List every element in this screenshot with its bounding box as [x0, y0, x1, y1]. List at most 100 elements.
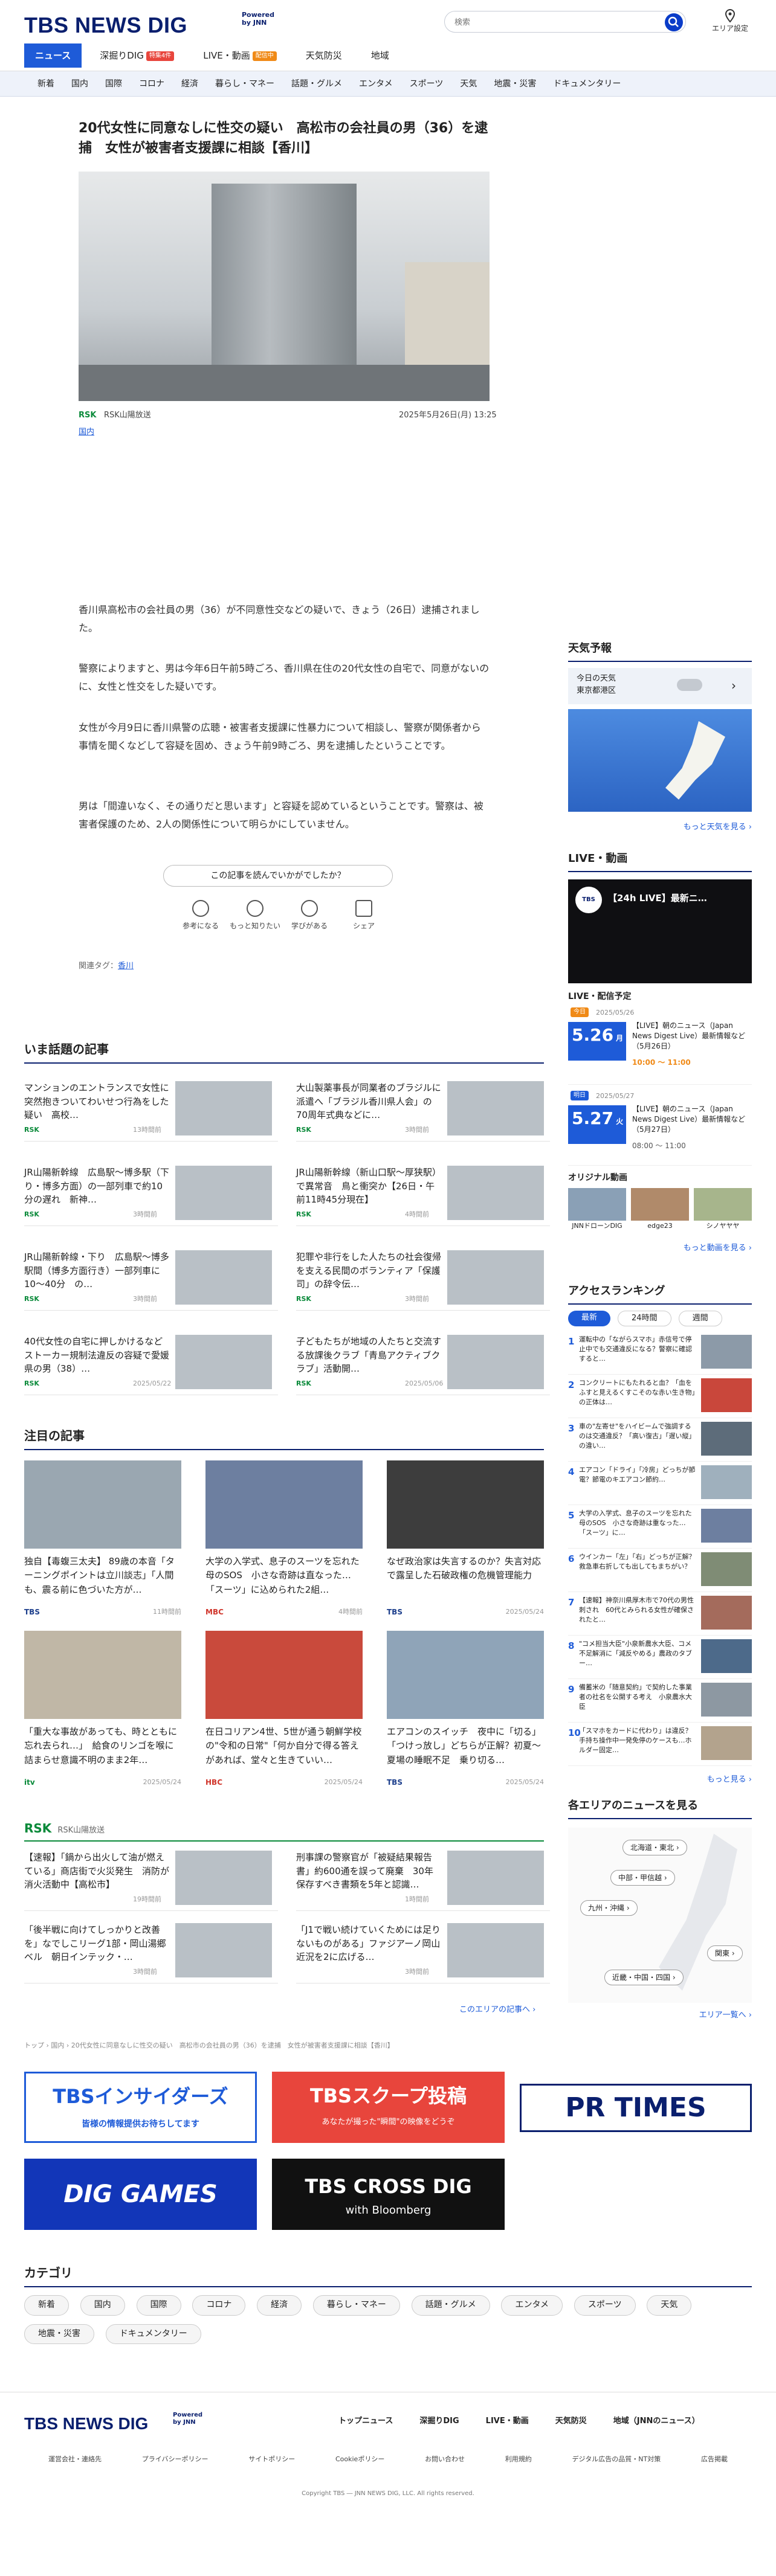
- footer-link[interactable]: 運営会社・連絡先: [48, 2454, 102, 2464]
- article-category[interactable]: 国内: [79, 426, 94, 438]
- ranking-item[interactable]: 1 運転中の「ながらスマホ」赤信号で停止中でも交通違反になる？警察に確認すると…: [568, 1331, 752, 1375]
- breadcrumb[interactable]: トップ › 国内 › 20代女性に同意なしに性交の疑い 高松市の会社員の男（36…: [24, 2040, 749, 2051]
- area-button-kanto[interactable]: 関東 ›: [707, 1945, 743, 1962]
- cat-economy[interactable]: 経済: [173, 71, 207, 96]
- footer-nav-item[interactable]: トップニュース: [338, 2415, 393, 2427]
- area-setting-button[interactable]: エリア設定: [708, 8, 752, 34]
- category-pill[interactable]: スポーツ: [574, 2295, 636, 2316]
- ranking-item[interactable]: 7 【速報】神奈川県厚木市で70代の男性刺され 60代とみられる女性が確保されたと…: [568, 1592, 752, 1636]
- reaction-know-more[interactable]: もっと知りたい: [230, 900, 280, 932]
- original-video[interactable]: シノヤヤヤ: [694, 1188, 752, 1231]
- footer-link[interactable]: Cookieポリシー: [335, 2454, 384, 2464]
- trending-card[interactable]: JR山陽新幹線（新山口駅〜厚狭駅）で異常音 鳥と衝突か【26日・午前11時45分…: [296, 1166, 550, 1226]
- footer-link[interactable]: お問い合わせ: [425, 2454, 465, 2464]
- cat-topics-gourmet[interactable]: 話題・グルメ: [283, 71, 351, 96]
- original-video[interactable]: JNNドローンDIG: [568, 1188, 626, 1231]
- trending-card[interactable]: JR山陽新幹線・下り 広島駅〜博多駅間（博多方面行き）一部列車に10〜40分 の…: [24, 1250, 278, 1311]
- trending-card[interactable]: 40代女性の自宅に押しかけるなど ストーカー規制法違反の容疑で愛媛県の男（38）…: [24, 1335, 278, 1395]
- area-button-kinki[interactable]: 近畿・中国・四国 ›: [604, 1969, 684, 1986]
- featured-card[interactable]: 独自【毒蝮三太夫】 89歳の本音「ターニングポイントは立川談志」「人間も、震る前…: [24, 1460, 181, 1642]
- local-card[interactable]: 【速報】「鍋から出火して油が燃えている」商店街で火災発生 消防が消火活動中【高松…: [24, 1851, 278, 1911]
- cat-new[interactable]: 新着: [29, 71, 63, 96]
- search-input[interactable]: [444, 11, 686, 33]
- tab-region[interactable]: 地域: [360, 43, 400, 68]
- weather-location[interactable]: 今日の天気 東京都港区 ›: [568, 667, 752, 704]
- weather-more-link[interactable]: もっと天気を見る ›: [684, 821, 752, 834]
- insiders-banner[interactable]: TBSインサイダーズ 皆様の情報提供お待ちしてます: [24, 2072, 257, 2143]
- category-pill[interactable]: 新着: [24, 2295, 69, 2316]
- reaction-learning[interactable]: 学びがある: [284, 900, 335, 932]
- footer-link[interactable]: デジタル広告の品質・NT対策: [572, 2454, 661, 2464]
- category-pill[interactable]: 暮らし・マネー: [312, 2295, 400, 2316]
- ranking-item[interactable]: 6 ウインカー「左」「右」どっちが正解？救急車右折しても出してもまちがい？: [568, 1549, 752, 1593]
- category-pill[interactable]: コロナ: [192, 2295, 246, 2316]
- ranking-item[interactable]: 3 車の"左寄せ"をハイビームで強調するのは交通違反？「高い復古」「遅い縦」の違い…: [568, 1418, 752, 1462]
- cat-corona[interactable]: コロナ: [131, 71, 173, 96]
- ranking-item[interactable]: 5 大学の入学式、息子のスーツを忘れた母のSOS 小さな奇跡は重なった…「スーツ」…: [568, 1505, 752, 1549]
- cat-disaster[interactable]: 地震・災害: [485, 71, 545, 96]
- local-card[interactable]: 「J1で戦い続けていくためには足りないものがある」ファジアーノ岡山 近況を2に広…: [296, 1923, 550, 1983]
- site-logo[interactable]: TBS NEWS DIG: [24, 8, 187, 42]
- search-button[interactable]: [665, 13, 683, 31]
- scoop-banner[interactable]: TBSスクープ投稿 あなたが撮った"瞬間"の映像をどうぞ: [272, 2072, 505, 2143]
- tab-dig[interactable]: 深掘りDIG 特集4件: [89, 43, 185, 68]
- category-pill[interactable]: 天気: [647, 2295, 692, 2316]
- weather-map[interactable]: [568, 708, 752, 812]
- schedule-item[interactable]: 明日 2025/05/27 5.27 火 【LIVE】朝のニュース（Japan N…: [568, 1090, 752, 1166]
- local-more-link[interactable]: このエリアの記事へ ›: [459, 2004, 535, 2016]
- ranking-item[interactable]: 10 「スマホをカードに代わり」は違反？手持ち操作中一発免停のケースも…ホルダー固…: [568, 1723, 752, 1767]
- footer-link[interactable]: サイトポリシー: [248, 2454, 295, 2464]
- crossdig-banner[interactable]: TBS CROSS DIG with Bloomberg: [272, 2159, 505, 2230]
- footer-logo[interactable]: TBS NEWS DIG: [24, 2411, 148, 2436]
- trending-card[interactable]: 子どもたちが地域の人たちと交流する放課後クラブ「青島アクティブクラブ」活動開… R…: [296, 1335, 550, 1395]
- footer-link[interactable]: 広告掲載: [701, 2454, 728, 2464]
- tag-link[interactable]: 香川: [118, 962, 134, 971]
- featured-card[interactable]: 在日コリアン4世、5世が通う朝鮮学校の"令和の日常"「何か自分で得る答えがあれば…: [205, 1631, 363, 1812]
- featured-card[interactable]: 大学の入学式、息子のスーツを忘れた母のSOS 小さな奇跡は直なった…「スーツ」に…: [205, 1460, 363, 1642]
- area-more-link[interactable]: エリア一覧へ ›: [699, 2011, 752, 2020]
- cat-sports[interactable]: スポーツ: [401, 71, 452, 96]
- local-card[interactable]: 「後半戦に向けてしっかりと改善を」なでしこリーグ1部・岡山湯郷ベル 朝日インテッ…: [24, 1923, 278, 1983]
- ranking-item[interactable]: 9 備蓄米の「随意契約」で契約した事業者の社名を公開する考え 小泉農水大臣: [568, 1679, 752, 1723]
- ranking-item[interactable]: 8 "コメ担当大臣"小泉新農水大臣、コメ不足解消に「減反やめる」農政のタブー…: [568, 1636, 752, 1680]
- ranking-item[interactable]: 4 エアコン「ドライ」「冷房」どっちが節電？節電のキエアコン節約…: [568, 1462, 752, 1506]
- ranking-tab-latest[interactable]: 最新: [568, 1310, 611, 1327]
- category-pill[interactable]: 地震・災害: [24, 2324, 94, 2345]
- cat-entertainment[interactable]: エンタメ: [351, 71, 401, 96]
- tab-live[interactable]: LIVE・動画 配信中: [192, 43, 288, 68]
- trending-card[interactable]: マンションのエントランスで女性に突然抱きついてわいせつ行為をした疑い 高校… RS…: [24, 1081, 278, 1142]
- area-button-kyushu[interactable]: 九州・沖縄 ›: [580, 1900, 638, 1916]
- cat-weather[interactable]: 天気: [451, 71, 485, 96]
- schedule-item[interactable]: 今日 2025/05/26 5.26 月 【LIVE】朝のニュース（Japan N…: [568, 1007, 752, 1085]
- category-pill[interactable]: 話題・グルメ: [411, 2295, 490, 2316]
- local-card[interactable]: 刑事課の警察官が「被疑結果報告書」約600通を誤って廃棄 30年保存すべき書類を…: [296, 1851, 550, 1911]
- area-button-chubu[interactable]: 中部・甲信越 ›: [610, 1869, 675, 1886]
- trending-card[interactable]: JR山陽新幹線 広島駅〜博多駅（下り・博多方面）の一部列車で約10分の遅れ 新神…: [24, 1166, 278, 1226]
- category-pill[interactable]: 国際: [136, 2295, 181, 2316]
- tab-weather[interactable]: 天気防災: [295, 43, 353, 68]
- tab-news[interactable]: ニュース: [24, 43, 82, 68]
- category-pill[interactable]: 国内: [80, 2295, 125, 2316]
- featured-card[interactable]: エアコンのスイッチ 夜中に「切る」「つけっ放し」どちらが正解？初夏〜夏場の睡眠不…: [387, 1631, 544, 1812]
- category-pill[interactable]: ドキュメンタリー: [105, 2324, 201, 2345]
- dig-games-banner[interactable]: DIG GAMES: [24, 2159, 257, 2230]
- trending-card[interactable]: 犯罪や非行をした人たちの社会復帰を支える民間のボランティア「保護司」の辞令伝… R…: [296, 1250, 550, 1311]
- category-pill[interactable]: 経済: [257, 2295, 302, 2316]
- cat-life-money[interactable]: 暮らし・マネー: [207, 71, 283, 96]
- cat-domestic[interactable]: 国内: [63, 71, 97, 96]
- share-button[interactable]: シェア: [338, 900, 389, 932]
- reaction-helpful[interactable]: 参考になる: [175, 900, 226, 932]
- live-more-link[interactable]: もっと動画を見る ›: [684, 1244, 752, 1253]
- ranking-tab-24h[interactable]: 24時間: [618, 1310, 671, 1327]
- footer-nav-item[interactable]: 地域（JNNのニュース）: [613, 2415, 700, 2427]
- prtimes-banner[interactable]: PR TIMES: [520, 2084, 752, 2132]
- footer-link[interactable]: 利用規約: [505, 2454, 532, 2464]
- ranking-item[interactable]: 2 コンクリートにもたれると血？「血をふすと見えるくすこそのな赤い生き物」の正体は…: [568, 1375, 752, 1419]
- category-pill[interactable]: エンタメ: [501, 2295, 563, 2316]
- footer-nav-item[interactable]: 深掘りDIG: [419, 2415, 459, 2427]
- live-video-player[interactable]: TBS 【24h LIVE】最新ニ…: [568, 879, 752, 983]
- article-source[interactable]: RSK山陽放送: [104, 410, 151, 422]
- ranking-tab-weekly[interactable]: 週間: [678, 1310, 722, 1327]
- cat-documentary[interactable]: ドキュメンタリー: [545, 71, 629, 96]
- footer-nav-item[interactable]: 天気防災: [555, 2415, 587, 2427]
